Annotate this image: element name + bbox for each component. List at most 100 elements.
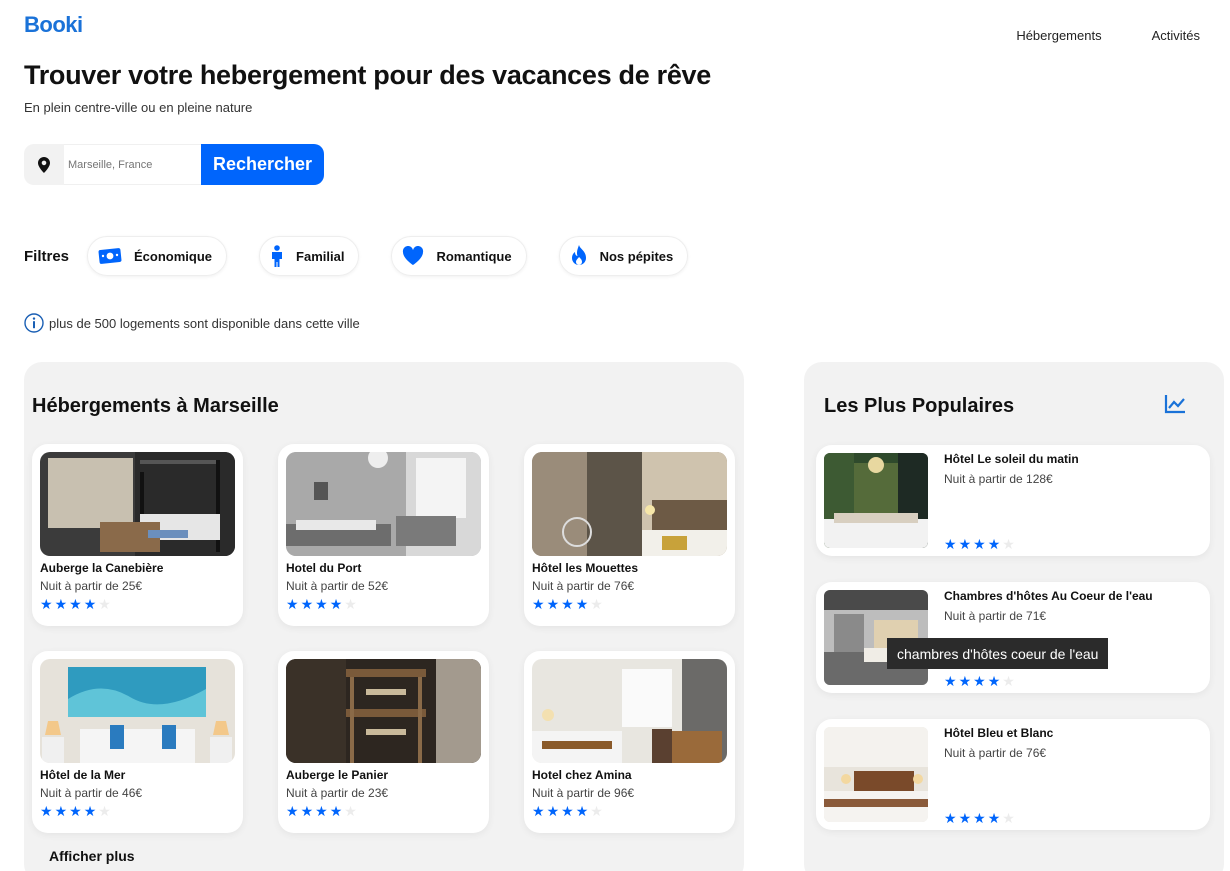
rating-stars: ★ ★ ★ ★ ★	[286, 596, 481, 614]
filters-label: Filtres	[24, 247, 70, 265]
star-icon: ★	[329, 596, 343, 612]
search-button[interactable]: Rechercher	[201, 144, 324, 185]
star-icon: ★	[1002, 810, 1015, 826]
star-icon: ★	[1002, 536, 1015, 552]
listing-price: Nuit à partir de 25€	[40, 579, 143, 593]
listing-card[interactable]: Auberge le Panier Nuit à partir de 23€ ★…	[278, 651, 489, 833]
rating-stars: ★ ★ ★ ★ ★	[532, 803, 727, 821]
listing-card[interactable]: Hotel du Port Nuit à partir de 52€ ★ ★ ★ ★ ★	[278, 444, 489, 626]
star-icon: ★	[40, 803, 53, 819]
listing-card[interactable]: Hôtel de la Mer Nuit à partir de 46€ ★ ★ ★…	[32, 651, 243, 833]
star-icon: ★	[973, 536, 986, 552]
image-tooltip: chambres d'hôtes coeur de l'eau	[887, 638, 1109, 669]
rating-stars: ★ ★ ★ ★ ★	[944, 810, 1017, 828]
fire-icon	[570, 245, 588, 267]
star-icon: ★	[561, 803, 574, 819]
star-icon: ★	[987, 810, 1001, 826]
availability-info: plus de 500 logements sont disponible da…	[24, 313, 360, 333]
listing-card[interactable]: Auberge la Canebière Nuit à partir de 25…	[32, 444, 243, 626]
listing-card[interactable]: Hotel chez Amina Nuit à partir de 96€ ★ ★…	[524, 651, 735, 833]
listing-price: Nuit à partir de 23€	[286, 786, 389, 800]
listings-title: Hébergements à Marseille	[32, 395, 279, 417]
popular-name: Chambres d'hôtes Au Coeur de l'eau	[944, 589, 1153, 603]
star-icon: ★	[344, 803, 357, 819]
star-icon: ★	[973, 810, 986, 826]
listing-name: Auberge le Panier	[286, 768, 389, 782]
star-icon: ★	[973, 673, 986, 689]
trend-chart-icon[interactable]	[1164, 394, 1186, 419]
star-icon: ★	[1002, 673, 1015, 689]
filter-label: Nos pépites	[599, 248, 674, 264]
star-icon: ★	[98, 596, 111, 612]
popular-name: Hôtel Bleu et Blanc	[944, 726, 1054, 740]
star-icon: ★	[987, 536, 1001, 552]
star-icon: ★	[69, 803, 82, 819]
popular-title: Les Plus Populaires	[824, 395, 1015, 417]
listing-image	[286, 452, 481, 556]
star-icon: ★	[300, 803, 314, 819]
star-icon: ★	[575, 803, 589, 819]
star-icon: ★	[69, 596, 82, 612]
page-title: Trouver votre hebergement pour des vacan…	[24, 60, 711, 90]
child-icon	[270, 245, 284, 267]
popular-price: Nuit à partir de 128€	[944, 472, 1053, 486]
listing-image	[532, 452, 727, 556]
money-icon	[98, 247, 122, 265]
star-icon: ★	[315, 596, 328, 612]
popular-card[interactable]: Hôtel Bleu et Blanc Nuit à partir de 76€…	[816, 719, 1210, 830]
listing-card[interactable]: Hôtel les Mouettes Nuit à partir de 76€ …	[524, 444, 735, 626]
filter-romantique[interactable]: Romantique	[391, 236, 527, 276]
popular-card[interactable]: Hôtel Le soleil du matin Nuit à partir d…	[816, 445, 1210, 556]
popular-name: Hôtel Le soleil du matin	[944, 452, 1079, 466]
filter-economique[interactable]: Économique	[87, 236, 228, 276]
star-icon: ★	[83, 803, 97, 819]
listing-price: Nuit à partir de 46€	[40, 786, 143, 800]
search-input[interactable]	[64, 144, 201, 185]
show-more-button[interactable]: Afficher plus	[49, 848, 135, 864]
star-icon: ★	[944, 673, 957, 689]
search-bar: Rechercher	[24, 144, 324, 185]
star-icon: ★	[54, 803, 68, 819]
star-icon: ★	[575, 596, 589, 612]
star-icon: ★	[532, 803, 545, 819]
rating-stars: ★ ★ ★ ★ ★	[40, 803, 235, 821]
logo[interactable]: Booki	[24, 12, 83, 38]
rating-stars: ★ ★ ★ ★ ★	[286, 803, 481, 821]
popular-price: Nuit à partir de 76€	[944, 746, 1047, 760]
nav-link-hebergements[interactable]: Hébergements	[1016, 28, 1101, 43]
star-icon: ★	[546, 596, 560, 612]
star-icon: ★	[958, 673, 972, 689]
heart-icon	[402, 246, 424, 266]
star-icon: ★	[40, 596, 53, 612]
page-subtitle: En plein centre-ville ou en pleine natur…	[24, 100, 253, 115]
star-icon: ★	[344, 596, 357, 612]
listing-price: Nuit à partir de 52€	[286, 579, 389, 593]
listing-price: Nuit à partir de 76€	[532, 579, 635, 593]
popular-image	[824, 453, 928, 548]
listing-image	[40, 452, 235, 556]
listing-name: Hôtel de la Mer	[40, 768, 126, 782]
filter-nos-pepites[interactable]: Nos pépites	[558, 236, 689, 276]
star-icon: ★	[286, 803, 299, 819]
filter-label: Familial	[296, 248, 345, 264]
star-icon: ★	[300, 596, 314, 612]
listing-image	[40, 659, 235, 763]
popular-image	[824, 727, 928, 822]
listing-image	[532, 659, 727, 763]
filter-familial[interactable]: Familial	[259, 236, 360, 276]
nav-link-activites[interactable]: Activités	[1152, 28, 1200, 43]
rating-stars: ★ ★ ★ ★ ★	[944, 536, 1017, 554]
star-icon: ★	[561, 596, 574, 612]
star-icon: ★	[83, 596, 97, 612]
listing-name: Auberge la Canebière	[40, 561, 164, 575]
star-icon: ★	[590, 803, 603, 819]
star-icon: ★	[532, 596, 545, 612]
star-icon: ★	[944, 810, 957, 826]
star-icon: ★	[546, 803, 560, 819]
star-icon: ★	[329, 803, 343, 819]
rating-stars: ★ ★ ★ ★ ★	[944, 673, 1017, 691]
listing-name: Hotel chez Amina	[532, 768, 632, 782]
star-icon: ★	[590, 596, 603, 612]
rating-stars: ★ ★ ★ ★ ★	[532, 596, 727, 614]
rating-stars: ★ ★ ★ ★ ★	[40, 596, 235, 614]
